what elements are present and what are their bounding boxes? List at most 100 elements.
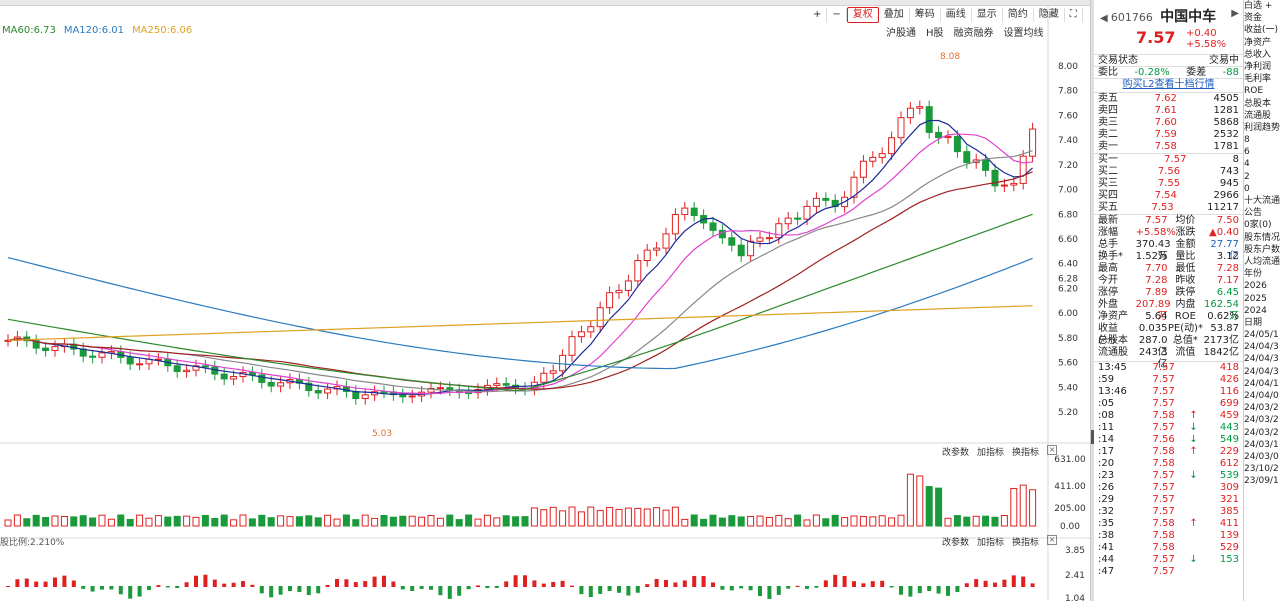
side-item[interactable]: 4 [1244,158,1280,170]
ask-row-volume: 2532 [1213,129,1239,140]
prev-stock-icon[interactable]: ◀ [1100,13,1108,24]
tick-row: :26 7.57 309 [1094,482,1243,494]
fullscreen-icon[interactable]: ⛶ [1065,7,1083,22]
side-item[interactable]: 24/03/2 [1244,427,1280,439]
macd-bar [720,586,725,590]
side-item[interactable]: 净资产 [1244,37,1280,49]
macd-bar [607,586,612,591]
side-item[interactable]: 净利润 [1244,61,1280,73]
side-item[interactable]: 24/05/1 [1244,329,1280,341]
side-item[interactable]: 23/09/1 [1244,475,1280,487]
side-item[interactable]: 公告 [1244,207,1280,219]
ask-row-label: 卖四 [1098,105,1118,116]
chip-button[interactable]: 筹码 [910,7,941,22]
side-item[interactable]: 资金 [1244,12,1280,24]
side-item[interactable]: 24/03/1 [1244,439,1280,451]
vol-add-indicator[interactable]: 加指标 [977,445,1004,458]
volume-bar [502,515,510,527]
side-item[interactable]: 毛利率 [1244,73,1280,85]
macd-switch-indicator[interactable]: 换指标 [1012,535,1039,548]
side-item[interactable]: 23/10/2 [1244,463,1280,475]
candle-body [671,213,679,235]
tick-volume: 139 [1219,530,1239,541]
side-item[interactable]: 流通股 [1244,110,1280,122]
close-icon[interactable]: × [1047,445,1058,455]
side-item[interactable]: 2025 [1244,293,1280,305]
side-item[interactable]: 日期 [1244,317,1280,329]
volume-bar [23,518,31,527]
display-button[interactable]: 显示 [972,7,1003,22]
side-item[interactable]: 十大流通 [1244,195,1280,207]
macd-axis-label: 2.41 [1065,571,1085,581]
volume-bar [709,514,717,527]
side-item[interactable]: 0 [1244,183,1280,195]
vol-switch-indicator[interactable]: 换指标 [1012,445,1039,458]
macd-bar [6,586,10,587]
side-item[interactable]: 利润趋势 [1244,122,1280,134]
side-item[interactable]: 8 [1244,134,1280,146]
volume-bar [474,518,482,527]
side-item[interactable]: 6 [1244,146,1280,158]
vol-edit-params[interactable]: 改参数 [942,445,969,458]
side-item[interactable]: 2026 [1244,280,1280,292]
zoom-in-button[interactable]: + [808,7,828,22]
side-item[interactable]: 24/03/2 [1244,414,1280,426]
side-item[interactable]: 股东户数 [1244,244,1280,256]
fuquan-button[interactable]: 复权 [846,6,879,23]
side-item[interactable]: 人均流通 [1244,256,1280,268]
macd-bar [588,586,593,598]
side-item[interactable]: 总股本 [1244,98,1280,110]
simple-button[interactable]: 简约 [1003,7,1034,22]
overlay-button[interactable]: 叠加 [879,7,910,22]
kline-svg[interactable]: 8.00 7.80 7.60 7.40 7.20 7.00 6.80 6.60 6.40 6.28… [0,6,1090,601]
stats-row: 外盘 207.89万 内盘 162.54万 [1094,299,1243,322]
candle-body [906,107,914,119]
side-item[interactable]: 0家(0) [1244,219,1280,231]
side-item[interactable]: ROE [1244,85,1280,97]
macd-bar [175,586,180,589]
macd-bar [513,575,518,587]
side-item[interactable]: 股东情况 [1244,232,1280,244]
tick-arrow [1189,386,1197,398]
volume-bar [596,510,604,527]
stat-label: 收益(一) [1098,323,1118,346]
tick-time: :29 [1098,494,1115,505]
side-item[interactable]: 24/04/1 [1244,378,1280,390]
side-item[interactable]: 24/03/0 [1244,451,1280,463]
h-share-link[interactable]: H股 [926,24,944,39]
zoom-out-button[interactable]: − [827,7,847,22]
side-item[interactable]: 2024 [1244,305,1280,317]
next-stock-icon[interactable]: ▶ [1231,8,1239,19]
close-icon[interactable]: × [1047,535,1058,545]
side-item[interactable]: 2 [1244,171,1280,183]
volume-bar [333,518,341,527]
macd-add-indicator[interactable]: 加指标 [977,535,1004,548]
side-item[interactable]: 白选 + [1244,0,1280,12]
margin-link[interactable]: 融资融券 [954,24,994,39]
side-item[interactable]: 总收入 [1244,49,1280,61]
wc-label: 委差 [1186,67,1207,78]
side-item[interactable]: 年份 [1244,268,1280,280]
l2-link[interactable]: 购买L2查看十档行情 [1123,79,1215,92]
tick-price: 7.57 [1152,506,1175,517]
tick-arrow [1189,362,1197,374]
hk-connect-link[interactable]: 沪股通 [886,24,916,39]
macd-edit-params[interactable]: 改参数 [942,535,969,548]
draw-line-button[interactable]: 画线 [941,7,972,22]
tick-time: :20 [1098,458,1115,469]
side-item[interactable]: 24/04/3 [1244,341,1280,353]
side-item[interactable]: 收益(一) [1244,24,1280,36]
side-item[interactable]: 24/04/3 [1244,353,1280,365]
macd-bar [316,586,321,594]
side-item[interactable]: 24/03/2 [1244,402,1280,414]
candle-body [935,131,943,139]
macd-axis-label: 3.85 [1065,546,1085,556]
stat-label: 总手 [1098,239,1118,250]
kline-chart-area[interactable]: 8.00 7.80 7.60 7.40 7.20 7.00 6.80 6.60 6.40 6.28… [0,6,1090,601]
side-item[interactable]: 24/04/3 [1244,366,1280,378]
ma-settings-link[interactable]: 设置均线 [1004,24,1044,39]
hide-button[interactable]: 隐藏 [1034,7,1065,22]
side-item[interactable]: 24/04/0 [1244,390,1280,402]
price-axis-label: 6.40 [1058,260,1078,270]
bid-row: 买五 7.53 11217 [1094,202,1243,214]
